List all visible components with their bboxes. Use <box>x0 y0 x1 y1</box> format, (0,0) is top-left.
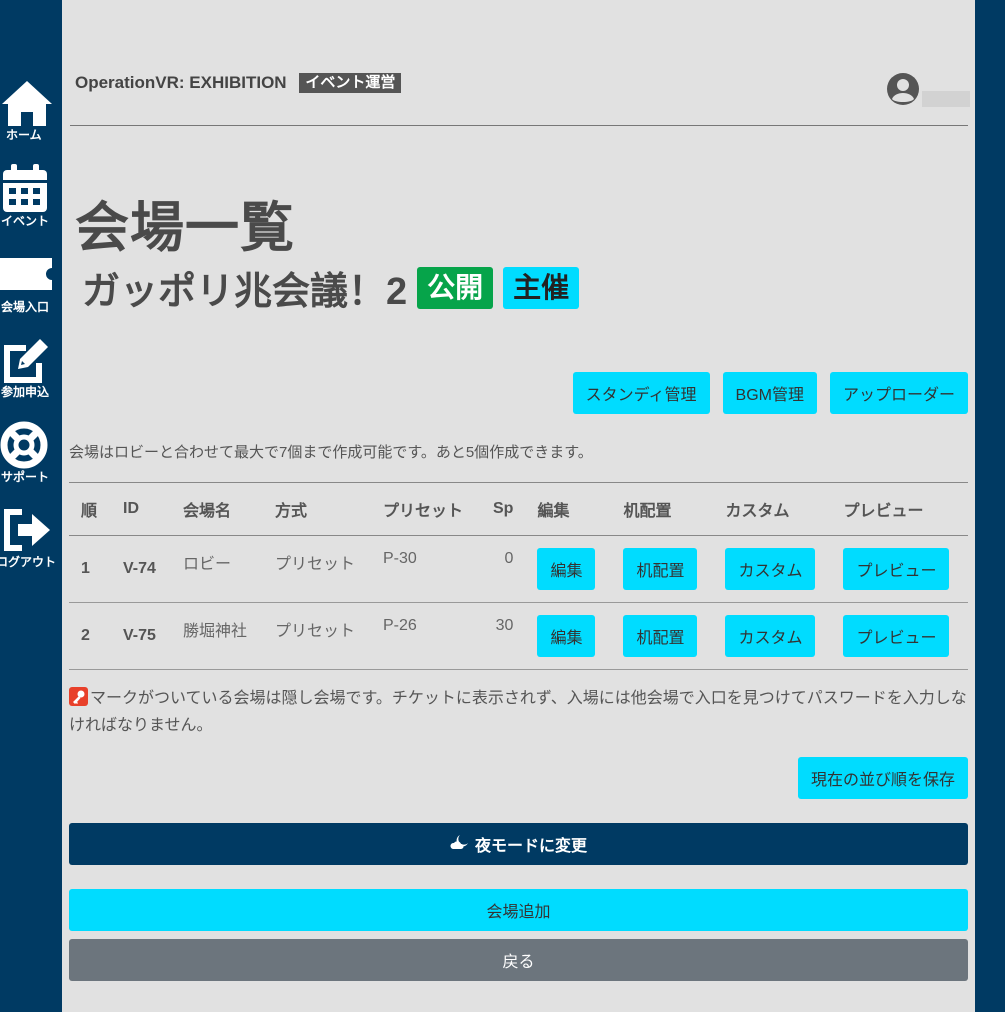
save-order-button[interactable]: 現在の並び順を保存 <box>797 757 968 799</box>
home-icon <box>0 78 56 128</box>
column-header: 会場名 <box>171 482 263 536</box>
preview-button[interactable]: プレビュー <box>843 615 950 657</box>
venue-id-cell: V-75 <box>111 602 171 670</box>
sp-cell: 0 <box>481 535 526 603</box>
custom-cell: カスタム <box>713 535 832 603</box>
sidebar-item-logout[interactable]: ログアウト <box>0 505 62 570</box>
sidebar-item-label: イベント <box>1 214 50 228</box>
order-cell: 2 <box>69 602 111 670</box>
sidebar-item-label: 参加申込 <box>1 385 50 399</box>
preview-cell: プレビュー <box>831 602 968 670</box>
sidebar-item-home[interactable]: ホーム <box>0 78 62 143</box>
key-icon <box>69 687 88 706</box>
sidebar-item-label: ホーム <box>6 128 42 142</box>
method-cell: プリセット <box>263 602 371 670</box>
preview-cell: プレビュー <box>831 535 968 603</box>
edit-button[interactable]: 編集 <box>537 548 596 590</box>
public-status-badge: 公開 <box>417 266 494 309</box>
sidebar: ホーム イベント 会場入口 参加申込 サポート ログアウト <box>0 0 62 1012</box>
venue-id-cell: V-74 <box>111 535 171 603</box>
desk-layout-button[interactable]: 机配置 <box>623 615 698 657</box>
venue-name-cell: ロビー <box>171 535 263 603</box>
sidebar-item-label: ログアウト <box>0 555 57 569</box>
custom-button[interactable]: カスタム <box>725 548 816 590</box>
column-header: Sp <box>481 482 526 536</box>
hidden-venue-note-text: マークがついている会場は隠し会場です。チケットに表示されず、入場には他会場で入口… <box>69 690 967 734</box>
sp-cell: 30 <box>481 602 526 670</box>
desk-cell: 机配置 <box>611 602 714 670</box>
edit-button[interactable]: 編集 <box>537 615 596 657</box>
custom-button[interactable]: カスタム <box>725 615 816 657</box>
user-menu[interactable] <box>886 72 970 111</box>
column-header: 方式 <box>263 482 371 536</box>
event-heading: ガッポリ兆会議！2 公開 主催 <box>82 260 580 315</box>
right-edge-bar <box>975 0 1005 1012</box>
page-title: 会場一覧 <box>75 198 295 258</box>
night-mode-button[interactable]: 夜モードに変更 <box>69 823 968 865</box>
event-name: ガッポリ兆会議！2 <box>82 271 408 313</box>
table-row: 2 V-75 勝堀神社 プリセット P-26 30 編集 机配置 カスタム プレ… <box>69 602 968 670</box>
venue-table: 順 ID 会場名 方式 プリセット Sp 編集 机配置 カスタム プレビュー 1… <box>69 482 968 670</box>
edit-icon <box>0 335 56 385</box>
logout-icon <box>0 505 56 555</box>
column-header: 編集 <box>525 482 612 536</box>
column-header: ID <box>111 482 171 536</box>
user-avatar-icon <box>886 72 920 111</box>
method-cell: プリセット <box>263 535 371 603</box>
preview-button[interactable]: プレビュー <box>843 548 950 590</box>
standee-manage-button[interactable]: スタンディ管理 <box>572 372 710 414</box>
column-header: 順 <box>69 482 111 536</box>
calendar-icon <box>0 164 56 214</box>
sidebar-item-apply[interactable]: 参加申込 <box>0 335 62 400</box>
uploader-button[interactable]: アップローダー <box>829 372 968 414</box>
sidebar-item-venue-entrance[interactable]: 会場入口 <box>0 250 62 315</box>
night-mode-label: 夜モードに変更 <box>474 838 587 855</box>
back-button[interactable]: 戻る <box>69 939 968 981</box>
user-name-redacted <box>922 90 970 107</box>
column-header: 机配置 <box>611 482 714 536</box>
custom-cell: カスタム <box>713 602 832 670</box>
host-role-badge: 主催 <box>503 266 580 309</box>
edit-cell: 編集 <box>525 535 612 603</box>
brand[interactable]: OperationVR: EXHIBITION イベント運営 <box>75 73 402 93</box>
sidebar-item-support[interactable]: サポート <box>0 420 62 485</box>
add-venue-button[interactable]: 会場追加 <box>69 889 968 931</box>
desk-layout-button[interactable]: 机配置 <box>623 548 698 590</box>
cloud-moon-icon <box>450 834 470 855</box>
order-cell: 1 <box>69 535 111 603</box>
hidden-venue-note: マークがついている会場は隠し会場です。チケットに表示されず、入場には他会場で入口… <box>69 685 968 739</box>
column-header: カスタム <box>713 482 832 536</box>
bgm-manage-button[interactable]: BGM管理 <box>722 372 817 414</box>
table-header-row: 順 ID 会場名 方式 プリセット Sp 編集 机配置 カスタム プレビュー <box>69 482 968 536</box>
venue-limit-info: 会場はロビーと合わせて最大で7個まで作成可能です。あと5個作成できます。 <box>69 444 593 461</box>
preset-cell: P-30 <box>371 535 481 603</box>
lifebuoy-icon <box>0 420 56 470</box>
main-content: OperationVR: EXHIBITION イベント運営 会場一覧 ガッポリ… <box>62 0 975 1012</box>
ticket-icon <box>0 250 56 300</box>
sidebar-item-event[interactable]: イベント <box>0 164 62 229</box>
preset-cell: P-26 <box>371 602 481 670</box>
toolbar: スタンディ管理 BGM管理 アップローダー <box>572 372 968 414</box>
sidebar-item-label: サポート <box>1 470 50 484</box>
column-header: プレビュー <box>831 482 968 536</box>
column-header: プリセット <box>371 482 481 536</box>
header-divider <box>70 125 968 126</box>
desk-cell: 机配置 <box>611 535 714 603</box>
brand-name: OperationVR: EXHIBITION <box>75 73 287 92</box>
edit-cell: 編集 <box>525 602 612 670</box>
sidebar-item-label: 会場入口 <box>1 300 50 314</box>
venue-name-cell: 勝堀神社 <box>171 602 263 670</box>
table-row: 1 V-74 ロビー プリセット P-30 0 編集 机配置 カスタム プレビュ… <box>69 535 968 603</box>
brand-badge: イベント運営 <box>299 73 402 93</box>
